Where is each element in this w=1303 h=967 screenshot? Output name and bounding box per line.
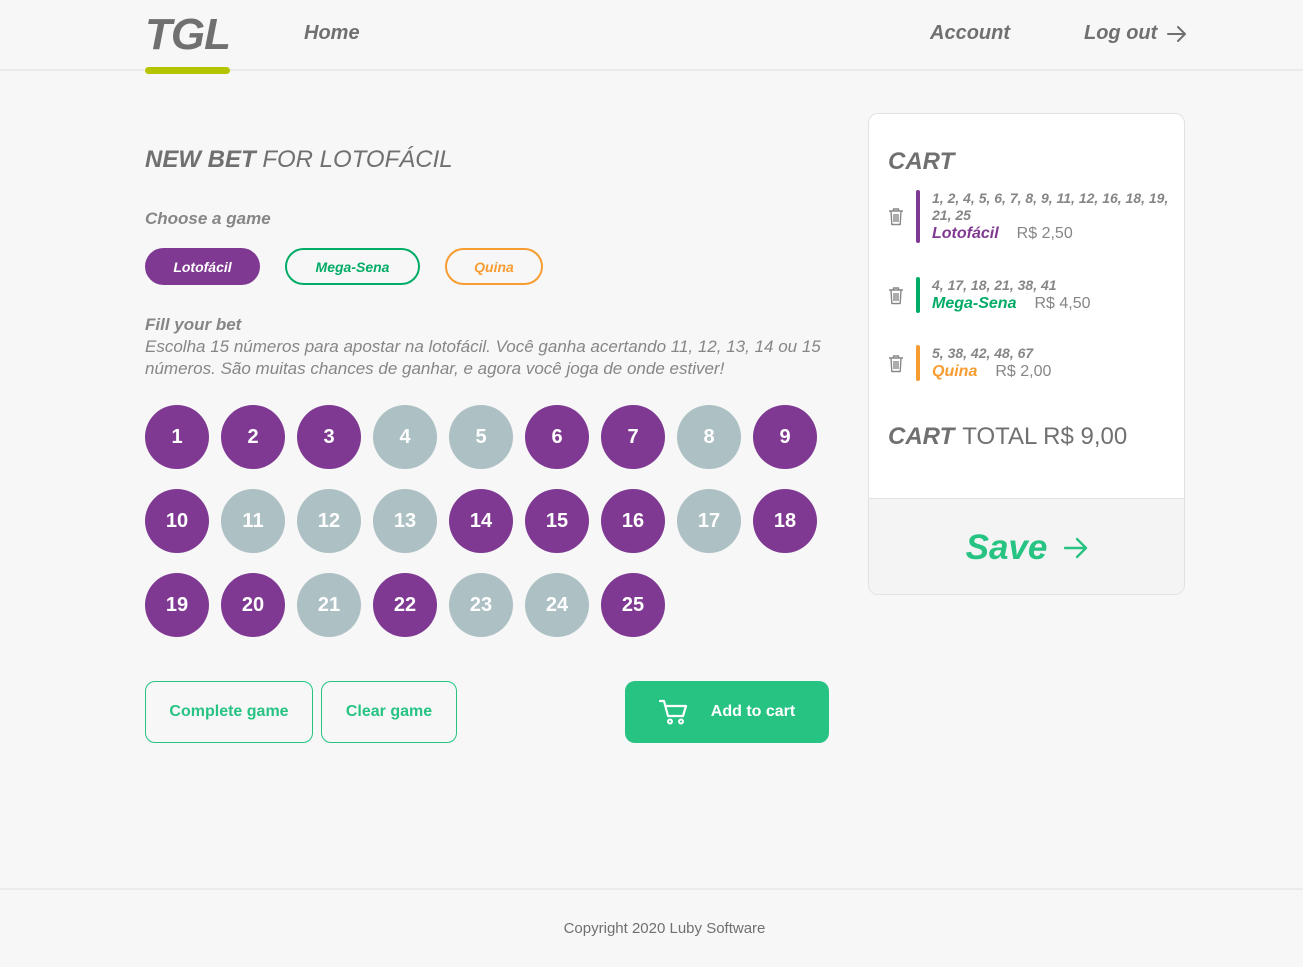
cart-item-game: Quina [932, 363, 978, 380]
trash-icon[interactable] [887, 353, 905, 373]
number-ball[interactable]: 11 [221, 489, 285, 553]
number-ball[interactable]: 9 [753, 405, 817, 469]
cart-item-numbers: 5, 38, 42, 48, 67 [932, 345, 1034, 361]
cart-item-price: R$ 4,50 [1034, 295, 1091, 312]
cart-item-price: R$ 2,00 [995, 363, 1052, 380]
arrow-right-icon [1167, 25, 1187, 42]
number-ball[interactable]: 4 [373, 405, 437, 469]
cart-total-value: TOTAL R$ 9,00 [962, 423, 1128, 450]
number-ball[interactable]: 12 [297, 489, 361, 553]
page-title: NEW BET FOR LOTOFÁCIL [145, 146, 453, 174]
save-button[interactable]: Save [869, 498, 1184, 594]
arrow-right-icon [1064, 537, 1088, 558]
top-header: TGL Home Account Log out [0, 0, 1303, 74]
cart-panel: CART 1, 2, 4, 5, 6, 7, 8, 9, 11, 12, 16,… [868, 113, 1185, 595]
number-ball[interactable]: 22 [373, 573, 437, 637]
footer: Copyright 2020 Luby Software [0, 888, 1303, 967]
logout-link[interactable]: Log out [1084, 22, 1187, 45]
fill-bet-title: Fill your bet [145, 315, 242, 334]
number-ball[interactable]: 15 [525, 489, 589, 553]
number-ball[interactable]: 8 [677, 405, 741, 469]
page-title-rest: FOR LOTOFÁCIL [262, 146, 453, 173]
number-ball[interactable]: 14 [449, 489, 513, 553]
cart-item-game: Lotofácil [932, 225, 999, 242]
number-ball[interactable]: 10 [145, 489, 209, 553]
logo-underline [145, 67, 230, 74]
number-ball[interactable]: 2 [221, 405, 285, 469]
page-title-bold: NEW BET [145, 146, 256, 173]
game-button-lotofacil[interactable]: Lotofácil [145, 248, 260, 285]
cart-item-color-bar [916, 277, 920, 313]
cart-total-label: CART [888, 423, 955, 450]
number-ball[interactable]: 24 [525, 573, 589, 637]
cart-item-color-bar [916, 190, 920, 243]
complete-game-button[interactable]: Complete game [145, 681, 313, 743]
clear-game-button[interactable]: Clear game [321, 681, 457, 743]
number-ball[interactable]: 21 [297, 573, 361, 637]
cart-title: CART [888, 148, 955, 175]
nav-home-link[interactable]: Home [304, 22, 360, 45]
number-ball[interactable]: 23 [449, 573, 513, 637]
number-ball[interactable]: 18 [753, 489, 817, 553]
number-ball[interactable]: 20 [221, 573, 285, 637]
number-grid: 1 2 3 4 5 6 7 8 9 10 11 12 13 14 15 16 17 18 19 20 21 22 23 24 2… [145, 405, 835, 637]
choose-game-label: Choose a game [145, 209, 271, 228]
cart-item: 4, 17, 18, 21, 38, 41 Mega-Sena R$ 4,50 [887, 277, 1177, 313]
cart-item: 5, 38, 42, 48, 67 Quina R$ 2,00 [887, 345, 1177, 381]
number-ball[interactable]: 7 [601, 405, 665, 469]
number-ball[interactable]: 19 [145, 573, 209, 637]
logo[interactable]: TGL [145, 10, 231, 60]
trash-icon[interactable] [887, 207, 905, 227]
cart-item-price: R$ 2,50 [1016, 225, 1073, 242]
copyright-text: Copyright 2020 Luby Software [563, 920, 766, 937]
number-ball[interactable]: 17 [677, 489, 741, 553]
fill-bet-description: Escolha 15 números para apostar na lotof… [145, 337, 821, 378]
number-ball[interactable]: 6 [525, 405, 589, 469]
cart-icon [658, 699, 687, 725]
number-ball[interactable]: 5 [449, 405, 513, 469]
number-ball[interactable]: 1 [145, 405, 209, 469]
cart-total: CART TOTAL R$ 9,00 [888, 423, 1127, 451]
cart-item-game: Mega-Sena [932, 295, 1017, 312]
cart-item: 1, 2, 4, 5, 6, 7, 8, 9, 11, 12, 16, 18, … [887, 190, 1177, 243]
cart-item-numbers: 1, 2, 4, 5, 6, 7, 8, 9, 11, 12, 16, 18, … [932, 190, 1169, 223]
add-to-cart-button[interactable]: Add to cart [625, 681, 829, 743]
trash-icon[interactable] [887, 285, 905, 305]
number-ball[interactable]: 3 [297, 405, 361, 469]
cart-item-numbers: 4, 17, 18, 21, 38, 41 [932, 277, 1057, 293]
game-button-megasena[interactable]: Mega-Sena [285, 248, 420, 285]
number-ball[interactable]: 16 [601, 489, 665, 553]
number-ball[interactable]: 13 [373, 489, 437, 553]
nav-account-link[interactable]: Account [930, 22, 1010, 45]
save-label: Save [965, 527, 1048, 567]
number-ball[interactable]: 25 [601, 573, 665, 637]
add-to-cart-label: Add to cart [710, 703, 796, 720]
game-button-quina[interactable]: Quina [445, 248, 543, 285]
logout-label: Log out [1084, 22, 1158, 44]
cart-item-color-bar [916, 345, 920, 381]
